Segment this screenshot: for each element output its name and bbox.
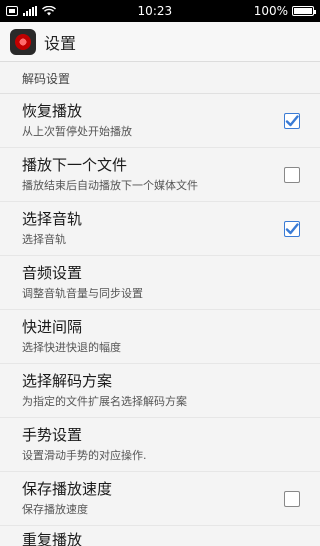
checkmark-icon: [285, 222, 299, 234]
checkmark-icon: [285, 114, 299, 126]
section-header-decoding: 解码设置: [0, 62, 320, 94]
setting-row[interactable]: 音频设置调整音轨音量与同步设置: [0, 256, 320, 310]
setting-subtitle: 播放结束后自动播放下一个媒体文件: [22, 179, 198, 192]
setting-text: 播放下一个文件播放结束后自动播放下一个媒体文件: [22, 156, 284, 193]
checkbox-checked[interactable]: [284, 112, 300, 129]
setting-row[interactable]: 手势设置设置滑动手势的对应操作.: [0, 418, 320, 472]
wifi-icon: [42, 6, 56, 16]
setting-text: 快进间隔选择快进快退的幅度: [22, 318, 300, 355]
setting-row[interactable]: 恢复播放从上次暂停处开始播放: [0, 94, 320, 148]
setting-row[interactable]: 选择音轨 选择音轨: [0, 202, 320, 256]
status-indicators-left: [6, 6, 56, 16]
setting-subtitle: 调整音轨音量与同步设置: [22, 287, 143, 300]
setting-text: 选择音轨 选择音轨: [22, 210, 284, 247]
setting-title: 选择解码方案: [22, 372, 113, 390]
battery-icon: [292, 6, 316, 16]
setting-text: 恢复播放从上次暂停处开始播放: [22, 102, 284, 139]
setting-subtitle: 为指定的文件扩展名选择解码方案: [22, 395, 187, 408]
status-time: 10:23: [137, 4, 173, 18]
setting-subtitle: 保存播放速度: [22, 503, 88, 516]
setting-text: 选择解码方案为指定的文件扩展名选择解码方案: [22, 372, 300, 409]
setting-text: 音频设置调整音轨音量与同步设置: [22, 264, 300, 301]
setting-row[interactable]: 播放下一个文件播放结束后自动播放下一个媒体文件: [0, 148, 320, 202]
checkbox-checked[interactable]: [284, 220, 300, 237]
status-indicators-right: 100%: [253, 4, 316, 18]
signal-strength-icon: [23, 6, 37, 16]
setting-row[interactable]: 保存播放速度 保存播放速度: [0, 472, 320, 526]
page-title: 设置: [44, 33, 77, 53]
setting-title: 手势设置: [22, 426, 83, 444]
status-bar: 10:23 100%: [0, 0, 320, 22]
video-player-app-icon[interactable]: [10, 28, 36, 55]
sim-card-icon: [6, 6, 18, 16]
setting-title: 恢复播放: [22, 102, 83, 120]
setting-subtitle: 设置滑动手势的对应操作.: [22, 449, 147, 462]
checkbox-unchecked[interactable]: [284, 166, 300, 183]
setting-text: 手势设置设置滑动手势的对应操作.: [22, 426, 300, 463]
setting-title: 选择音轨: [22, 210, 83, 228]
setting-row[interactable]: 快进间隔选择快进快退的幅度: [0, 310, 320, 364]
settings-list: 恢复播放 从上次暂停处开始播放 播放下一个文件 播放结束后自动播放下一个媒体文件 选择音…: [0, 94, 320, 526]
battery-percent: 100%: [253, 4, 288, 18]
app-bar: 设置: [0, 22, 320, 62]
setting-subtitle: 选择快进快退的幅度: [22, 341, 121, 354]
partial-setting-title: 重复播放: [22, 531, 83, 546]
setting-title: 播放下一个文件: [22, 156, 128, 174]
setting-title: 保存播放速度: [22, 480, 113, 498]
setting-title: 快进间隔: [22, 318, 83, 336]
partial-setting-row[interactable]: 重复播放: [0, 526, 320, 546]
setting-title: 音频设置: [22, 264, 83, 282]
checkbox-unchecked[interactable]: [284, 490, 300, 507]
setting-text: 保存播放速度 保存播放速度: [22, 480, 284, 517]
setting-subtitle: 从上次暂停处开始播放: [22, 125, 132, 138]
setting-row[interactable]: 选择解码方案为指定的文件扩展名选择解码方案: [0, 364, 320, 418]
setting-subtitle: 选择音轨: [22, 233, 66, 246]
